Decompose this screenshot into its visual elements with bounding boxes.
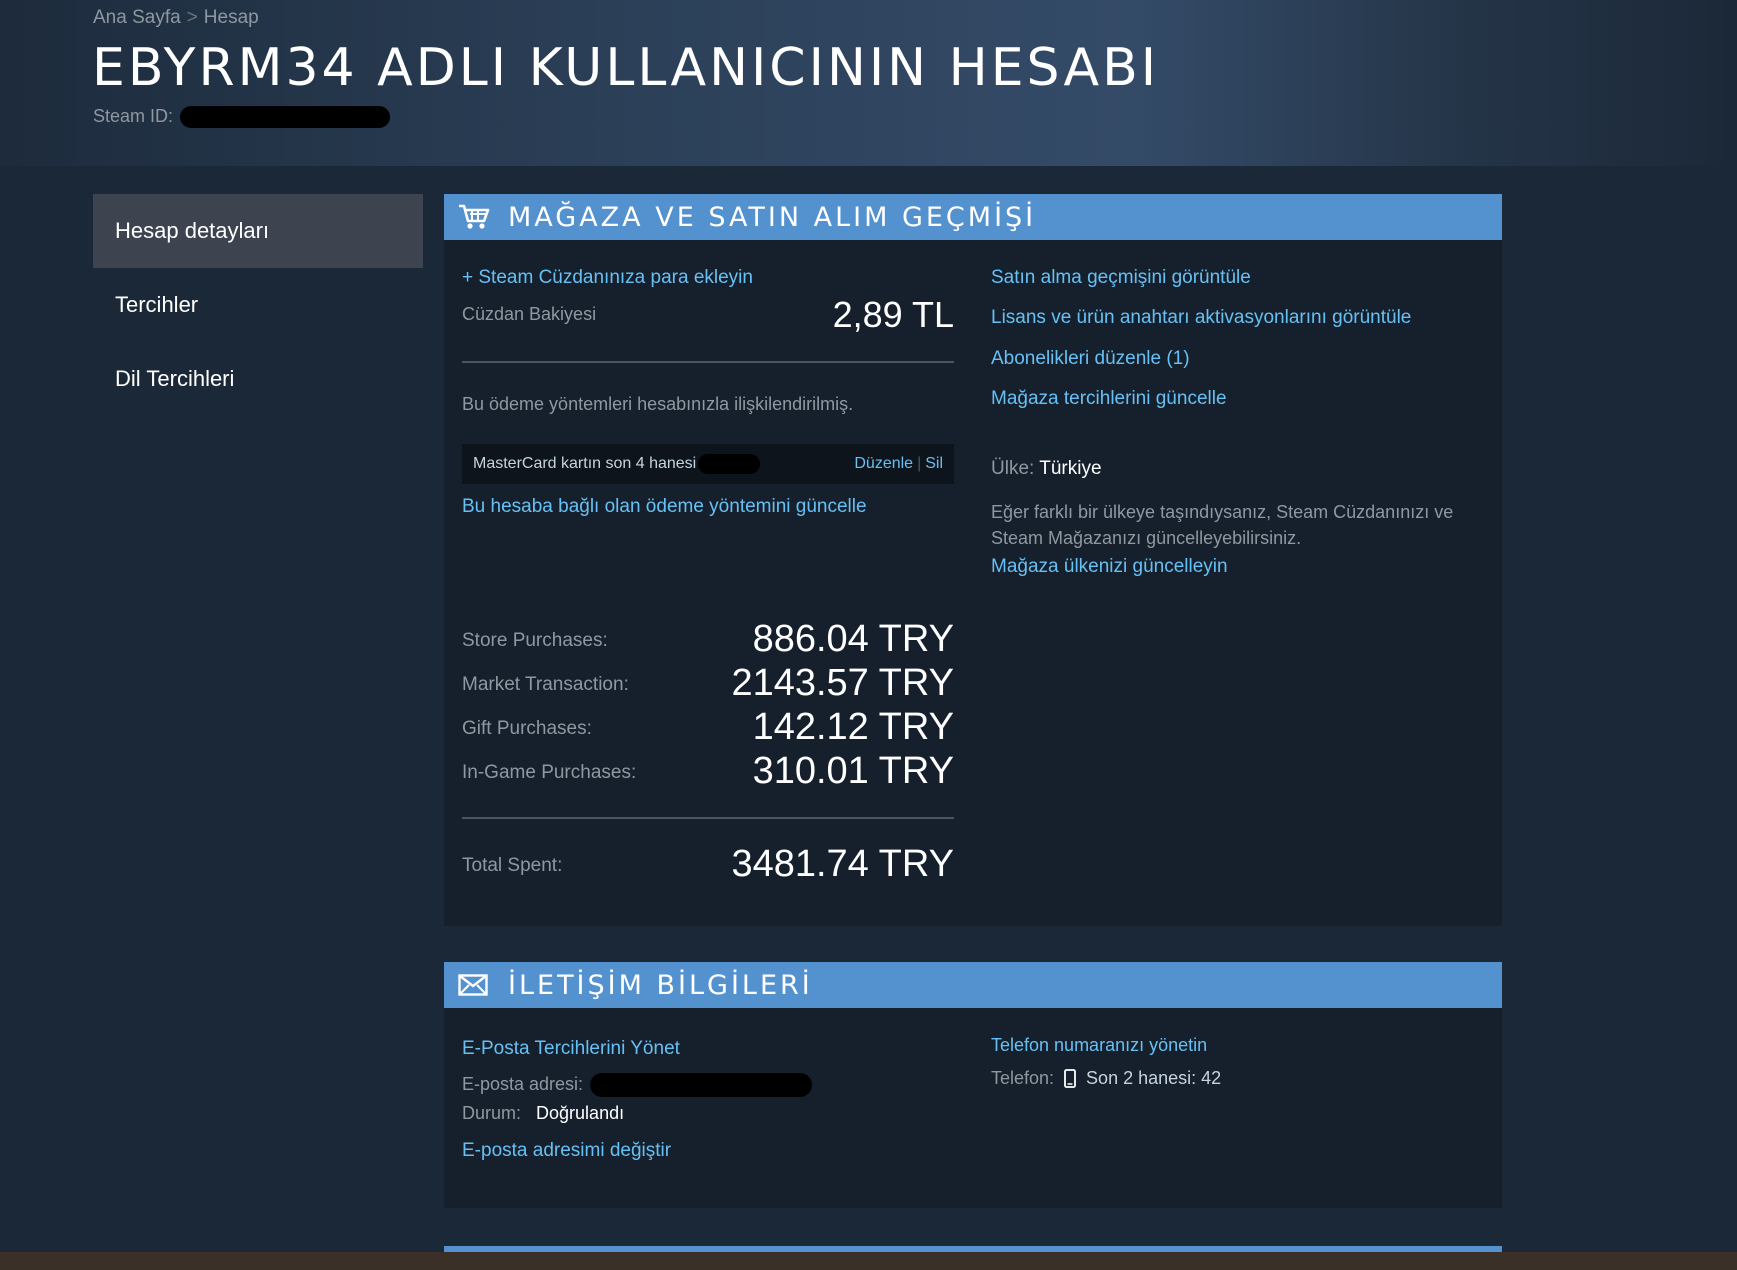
phone-row: Telefon: Son 2 hanesi: 42 [991, 1068, 1221, 1089]
steam-id: Steam ID: [93, 106, 391, 129]
gift-purchases-value: 142.12 TRY [752, 706, 954, 748]
edit-subscriptions-link[interactable]: Abonelikleri düzenle (1) [991, 348, 1190, 370]
total-spent-value: 3481.74 TRY [731, 843, 954, 885]
gift-purchases-label: Gift Purchases: [462, 718, 592, 739]
country-value: Türkiye [1039, 458, 1102, 479]
payment-card-row: MasterCard kartın son 4 hanesi Düzenle | S… [462, 444, 954, 484]
view-license-activations-link[interactable]: Lisans ve ürün anahtarı aktivasyonlarını… [991, 307, 1411, 329]
breadcrumb-separator: > [186, 7, 198, 28]
breadcrumb-home[interactable]: Ana Sayfa [93, 7, 181, 28]
change-email-link[interactable]: E-posta adresimi değiştir [462, 1140, 671, 1162]
country-note: Eğer farklı bir ülkeye taşındıysanız, St… [991, 499, 1491, 551]
card-actions: Düzenle | Sil [854, 455, 943, 472]
sidebar-item-account-details[interactable]: Hesap detayları [93, 194, 423, 268]
card-description: MasterCard kartın son 4 hanesi [473, 455, 697, 472]
store-purchase-panel: MAĞAZA VE SATIN ALIM GEÇMİŞİ + Steam Cüz… [444, 194, 1502, 926]
market-transaction-value: 2143.57 TRY [731, 662, 954, 704]
in-game-purchases-value: 310.01 TRY [752, 750, 954, 792]
update-store-country-link[interactable]: Mağaza ülkenizi güncelleyin [991, 556, 1228, 578]
page-title: EBYRM34 ADLI KULLANICININ HESABI [92, 38, 1160, 98]
divider [462, 817, 954, 819]
add-wallet-funds-link[interactable]: + Steam Cüzdanınıza para ekleyin [462, 267, 753, 289]
redacted-card-digits [698, 454, 761, 474]
payment-methods-note: Bu ödeme yöntemleri hesabınızla ilişkile… [462, 394, 854, 414]
phone-icon [1064, 1069, 1076, 1088]
envelope-icon [458, 970, 492, 1000]
phone-value: Son 2 hanesi: 42 [1086, 1068, 1222, 1088]
delete-card-button[interactable]: Sil [925, 455, 943, 472]
breadcrumb: Ana Sayfa > Hesap [93, 7, 259, 29]
update-payment-method-link[interactable]: Bu hesaba bağlı olan ödeme yöntemini gün… [462, 496, 867, 518]
edit-card-button[interactable]: Düzenle [854, 455, 913, 472]
manage-email-preferences-link[interactable]: E-Posta Tercihlerini Yönet [462, 1038, 680, 1060]
contact-panel-title: İLETİŞİM BİLGİLERİ [508, 969, 813, 1001]
wallet-balance-value: 2,89 TL [832, 294, 954, 335]
divider [462, 361, 954, 363]
store-panel-header: MAĞAZA VE SATIN ALIM GEÇMİŞİ [444, 194, 1502, 240]
country-note-line-1: Eğer farklı bir ülkeye taşındıysanız, St… [991, 502, 1454, 522]
country-note-line-2: Steam Mağazanızı güncelleyebilirsiniz. [991, 528, 1302, 548]
sidebar: Hesap detayları Tercihler Dil Tercihleri [93, 194, 423, 416]
bottom-strip [0, 1252, 1737, 1270]
country-row: Ülke: Türkiye [991, 458, 1102, 480]
account-page: Ana Sayfa > Hesap EBYRM34 ADLI KULLANICINI… [0, 0, 1737, 1270]
manage-phone-link[interactable]: Telefon numaranızı yönetin [991, 1035, 1207, 1056]
in-game-purchases-label: In-Game Purchases: [462, 762, 637, 783]
wallet-balance-label: Cüzdan Bakiyesi [462, 304, 597, 324]
total-spent-label: Total Spent: [462, 855, 563, 876]
sidebar-item-language-preferences[interactable]: Dil Tercihleri [93, 342, 423, 416]
store-panel-title: MAĞAZA VE SATIN ALIM GEÇMİŞİ [508, 201, 1037, 233]
contact-info-panel: İLETİŞİM BİLGİLERİ E-Posta Tercihlerini … [444, 962, 1502, 1208]
email-row: E-posta adresi: [462, 1073, 813, 1097]
market-transaction-label: Market Transaction: [462, 674, 629, 695]
email-label: E-posta adresi: [462, 1073, 584, 1094]
update-store-preferences-link[interactable]: Mağaza tercihlerini güncelle [991, 388, 1227, 410]
status-row: Durum: Doğrulandı [462, 1103, 624, 1124]
status-value: Doğrulandı [536, 1103, 625, 1123]
store-purchases-label: Store Purchases: [462, 630, 608, 651]
cart-icon [458, 202, 492, 232]
sidebar-item-preferences[interactable]: Tercihler [93, 268, 423, 342]
store-purchases-value: 886.04 TRY [752, 618, 954, 660]
status-label: Durum: [462, 1103, 522, 1123]
contact-panel-header: İLETİŞİM BİLGİLERİ [444, 962, 1502, 1008]
country-label: Ülke: [991, 458, 1035, 479]
view-purchase-history-link[interactable]: Satın alma geçmişini görüntüle [991, 267, 1251, 289]
phone-label: Telefon: [991, 1068, 1055, 1088]
steam-id-label: Steam ID: [93, 106, 174, 126]
breadcrumb-current[interactable]: Hesap [204, 7, 259, 28]
redacted-email [590, 1073, 813, 1097]
redacted-steam-id [180, 106, 391, 129]
